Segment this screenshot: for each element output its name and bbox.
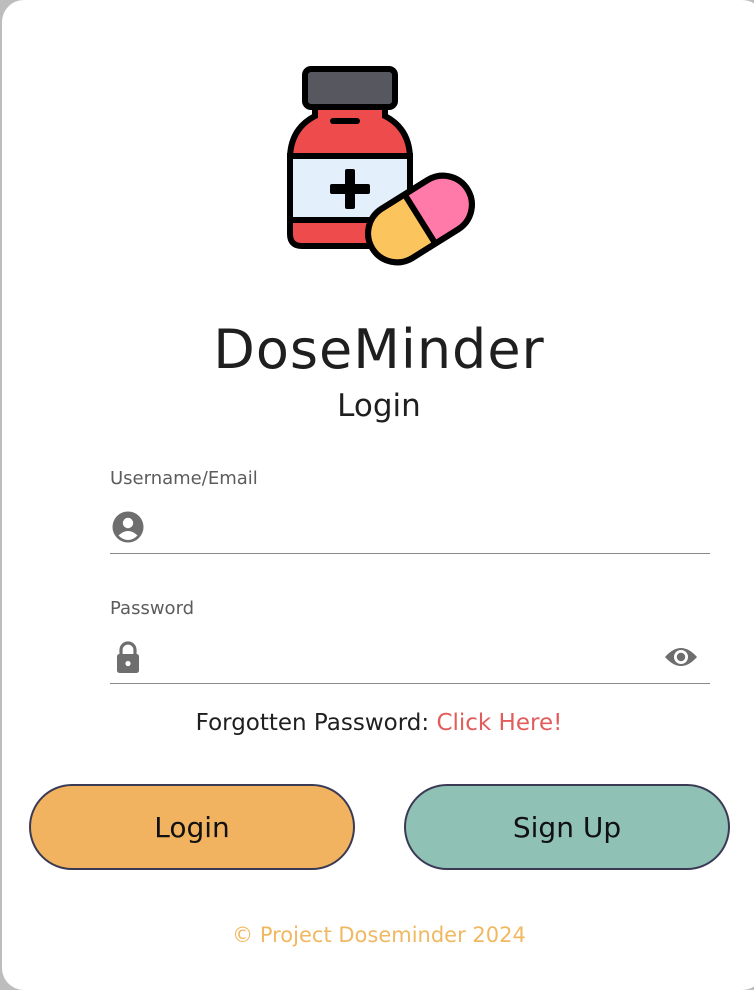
app-title: DoseMinder — [213, 318, 545, 381]
lock-icon — [117, 641, 139, 673]
username-field: Username/Email — [110, 468, 710, 554]
footer-copyright: © Project Doseminder 2024 — [232, 923, 526, 947]
password-input-row[interactable] — [110, 619, 710, 684]
password-field: Password — [110, 598, 710, 684]
forgot-password-row: Forgotten Password: Click Here! — [2, 710, 754, 736]
medicine-bottle-icon — [287, 66, 475, 266]
username-input[interactable] — [156, 507, 654, 545]
sign-up-button[interactable]: Sign Up — [404, 784, 730, 870]
forgot-password-text: Forgotten Password: — [195, 710, 430, 736]
username-input-row[interactable] — [110, 489, 710, 554]
password-label: Password — [110, 598, 195, 619]
forgot-password-link[interactable]: Click Here! — [436, 710, 562, 736]
login-card: DoseMinder Login Username/Email Password — [2, 0, 754, 990]
eye-icon[interactable] — [663, 642, 699, 672]
password-input[interactable] — [156, 637, 654, 675]
login-button[interactable]: Login — [29, 784, 355, 870]
username-label: Username/Email — [110, 468, 258, 489]
page-subtitle: Login — [337, 388, 421, 424]
account-circle-icon — [112, 511, 144, 543]
